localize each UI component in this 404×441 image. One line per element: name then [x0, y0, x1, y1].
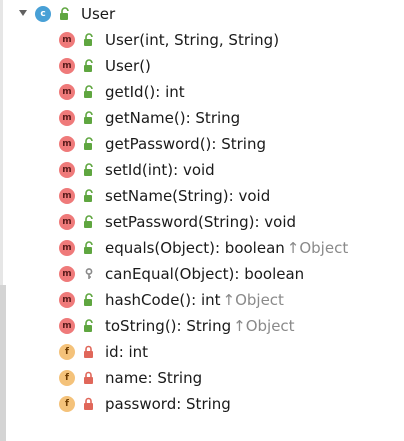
method-icon: m — [59, 84, 75, 100]
method-node[interactable]: m canEqual(Object): boolean — [59, 261, 304, 287]
method-icon: m — [59, 136, 75, 152]
method-icon: m — [59, 240, 75, 256]
field-icon: f — [59, 370, 75, 386]
method-icon: m — [59, 32, 75, 48]
protected-key-icon — [82, 267, 96, 281]
class-icon: c — [35, 6, 51, 22]
member-label: equals(Object): boolean — [105, 239, 285, 257]
public-lock-icon — [82, 319, 96, 333]
public-lock-icon — [82, 111, 96, 125]
method-node[interactable]: m User() — [59, 53, 151, 79]
member-label: getId(): int — [105, 83, 185, 101]
public-lock-icon — [82, 241, 96, 255]
method-icon: m — [59, 188, 75, 204]
public-lock-icon — [82, 189, 96, 203]
method-node[interactable]: m getId(): int — [59, 79, 185, 105]
field-node[interactable]: f id: int — [59, 339, 148, 365]
private-lock-icon — [82, 397, 96, 411]
field-icon: f — [59, 344, 75, 360]
public-lock-icon — [82, 85, 96, 99]
inherited-from-label: ↑Object — [233, 317, 295, 335]
method-node[interactable]: m getPassword(): String — [59, 131, 266, 157]
method-node[interactable]: m hashCode(): int ↑Object — [59, 287, 284, 313]
method-icon: m — [59, 110, 75, 126]
member-label: toString(): String — [105, 317, 232, 335]
method-node[interactable]: m toString(): String ↑Object — [59, 313, 295, 339]
public-lock-icon — [58, 7, 72, 21]
field-icon: f — [59, 396, 75, 412]
method-icon: m — [59, 292, 75, 308]
method-icon: m — [59, 162, 75, 178]
class-name: User — [81, 5, 116, 23]
collapse-arrow-icon[interactable] — [19, 10, 27, 16]
member-label: User() — [105, 57, 151, 75]
private-lock-icon — [82, 371, 96, 385]
field-node[interactable]: f password: String — [59, 391, 231, 417]
member-label: id: int — [105, 343, 149, 361]
method-icon: m — [59, 266, 75, 282]
member-label: getPassword(): String — [105, 135, 266, 153]
public-lock-icon — [82, 137, 96, 151]
public-lock-icon — [82, 59, 96, 73]
scrollbar-track[interactable] — [0, 285, 6, 441]
method-node[interactable]: m setPassword(String): void — [59, 209, 296, 235]
member-label: canEqual(Object): boolean — [105, 265, 305, 283]
field-node[interactable]: f name: String — [59, 365, 202, 391]
method-icon: m — [59, 318, 75, 334]
class-node-user[interactable]: c User — [35, 1, 115, 27]
member-label: name: String — [105, 369, 203, 387]
method-node[interactable]: m User(int, String, String) — [59, 27, 279, 53]
private-lock-icon — [82, 345, 96, 359]
method-icon: m — [59, 58, 75, 74]
public-lock-icon — [82, 215, 96, 229]
method-node[interactable]: m equals(Object): boolean ↑Object — [59, 235, 348, 261]
member-label: setPassword(String): void — [105, 213, 297, 231]
public-lock-icon — [82, 33, 96, 47]
member-label: hashCode(): int — [105, 291, 221, 309]
public-lock-icon — [82, 293, 96, 307]
member-label: setId(int): void — [105, 161, 215, 179]
member-label: User(int, String, String) — [105, 31, 280, 49]
method-node[interactable]: m getName(): String — [59, 105, 240, 131]
method-node[interactable]: m setId(int): void — [59, 157, 215, 183]
inherited-from-label: ↑Object — [286, 239, 349, 257]
inherited-from-label: ↑Object — [222, 291, 284, 309]
structure-panel: c User m User(int, String, String) m Use… — [0, 0, 404, 441]
method-node[interactable]: m setName(String): void — [59, 183, 270, 209]
public-lock-icon — [82, 163, 96, 177]
member-label: password: String — [105, 395, 231, 413]
member-label: setName(String): void — [105, 187, 271, 205]
method-icon: m — [59, 214, 75, 230]
member-label: getName(): String — [105, 109, 241, 127]
